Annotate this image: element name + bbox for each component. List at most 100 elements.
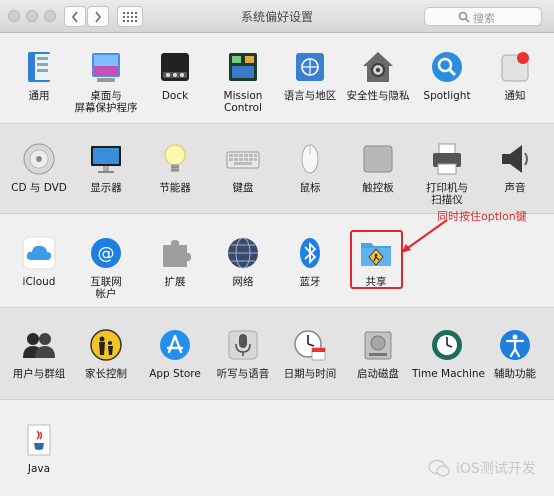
pref-label: 辅助功能 <box>494 368 536 380</box>
pref-pane-energy-saver[interactable]: 节能器 <box>140 142 210 194</box>
pref-pane-parental-controls[interactable]: 家长控制 <box>71 328 141 380</box>
pref-label: Time Machine <box>412 368 485 380</box>
pref-label: Spotlight <box>423 90 471 102</box>
disc-icon <box>22 142 56 176</box>
keyboard-icon <box>226 142 260 176</box>
search-field[interactable]: 搜索 <box>424 7 542 26</box>
bulb-icon <box>158 142 192 176</box>
pref-pane-cd-dvd[interactable]: CD 与 DVD <box>4 142 74 194</box>
pref-label: 通用 <box>28 90 50 102</box>
pref-label: 语言与地区 <box>283 90 337 102</box>
pref-pane-general[interactable]: 通用 <box>4 50 74 102</box>
pref-pane-dictation-speech[interactable]: 听写与语音 <box>208 328 278 380</box>
watermark-text: iOS测试开发 <box>456 461 536 477</box>
pref-label: 家长控制 <box>85 368 127 380</box>
pref-pane-date-time[interactable]: 日期与时间 <box>275 328 345 380</box>
row-divider <box>0 399 554 400</box>
pref-label: 扩展 <box>164 276 186 288</box>
accessibility-icon <box>498 328 532 362</box>
pref-pane-network[interactable]: 网络 <box>208 236 278 288</box>
pref-pane-displays[interactable]: 显示器 <box>71 142 141 194</box>
java-icon <box>22 423 56 457</box>
pref-pane-language-region[interactable]: 语言与地区 <box>275 50 345 102</box>
pref-pane-mission-control[interactable]: Mission Control <box>208 50 278 114</box>
pref-pane-printers-scanners[interactable]: 打印机与 扫描仪 <box>412 142 482 206</box>
pref-pane-startup-disk[interactable]: 启动磁盘 <box>343 328 413 380</box>
pref-label: Mission Control <box>223 90 263 114</box>
time-machine-icon <box>430 328 464 362</box>
pref-pane-keyboard[interactable]: 键盘 <box>208 142 278 194</box>
system-preferences-window: 系统偏好设置 搜索 通用 桌面与 屏幕保护程序 Dock Mission Con… <box>0 0 554 496</box>
pref-pane-spotlight[interactable]: Spotlight <box>412 50 482 102</box>
speaker-icon <box>498 142 532 176</box>
microphone-icon <box>226 328 260 362</box>
pref-pane-desktop-screensaver[interactable]: 桌面与 屏幕保护程序 <box>71 50 141 114</box>
un-flag-icon <box>293 50 327 84</box>
desktop-icon <box>89 50 123 84</box>
pref-label: 启动磁盘 <box>357 368 399 380</box>
app-store-icon <box>158 328 192 362</box>
row-divider <box>0 307 554 308</box>
title-bar: 系统偏好设置 搜索 <box>0 0 554 33</box>
pref-label: 互联网 帐户 <box>90 276 122 300</box>
clock-calendar-icon <box>293 328 327 362</box>
pref-pane-users-groups[interactable]: 用户与群组 <box>4 328 74 380</box>
pref-row-5 <box>0 399 554 496</box>
globe-icon <box>226 236 260 270</box>
pref-label: iCloud <box>22 276 56 288</box>
pref-pane-bluetooth[interactable]: 蓝牙 <box>275 236 345 288</box>
pref-label: Java <box>27 463 51 475</box>
pref-label: 用户与群组 <box>12 368 66 380</box>
mouse-icon <box>293 142 327 176</box>
pref-label: CD 与 DVD <box>11 182 67 194</box>
pref-pane-internet-accounts[interactable]: @ 互联网 帐户 <box>71 236 141 300</box>
pref-label: 节能器 <box>159 182 191 194</box>
at-icon: @ <box>89 236 123 270</box>
pref-pane-java[interactable]: Java <box>4 423 74 475</box>
pref-label: 桌面与 屏幕保护程序 <box>74 90 138 114</box>
search-icon <box>458 11 470 23</box>
cloud-icon <box>22 236 56 270</box>
pref-pane-notifications[interactable]: 通知 <box>480 50 550 102</box>
monitor-icon <box>89 142 123 176</box>
pref-pane-app-store[interactable]: App Store <box>140 328 210 380</box>
pref-label: 通知 <box>504 90 526 102</box>
disk-icon <box>361 328 395 362</box>
pref-pane-trackpad[interactable]: 触控板 <box>343 142 413 194</box>
pref-label: App Store <box>149 368 201 380</box>
pref-label: 触控板 <box>362 182 394 194</box>
dock-icon <box>158 50 192 84</box>
pref-label: 网络 <box>232 276 254 288</box>
trackpad-icon <box>361 142 395 176</box>
pref-pane-sound[interactable]: 声音 <box>480 142 550 194</box>
row-divider <box>0 123 554 124</box>
bluetooth-icon <box>293 236 327 270</box>
svg-text:@: @ <box>98 244 115 264</box>
wechat-icon <box>428 459 450 477</box>
pref-label: 蓝牙 <box>299 276 321 288</box>
pref-label: 鼠标 <box>299 182 321 194</box>
pref-pane-accessibility[interactable]: 辅助功能 <box>480 328 550 380</box>
pref-label: 日期与时间 <box>283 368 337 380</box>
general-icon <box>22 50 56 84</box>
puzzle-icon <box>158 236 192 270</box>
pref-pane-icloud[interactable]: iCloud <box>4 236 74 288</box>
annotation-note: 同时按住option键 <box>437 210 527 223</box>
pref-label: 打印机与 扫描仪 <box>426 182 468 206</box>
pref-label: 安全性与隐私 <box>346 90 410 102</box>
pref-pane-mouse[interactable]: 鼠标 <box>275 142 345 194</box>
parental-icon <box>89 328 123 362</box>
pref-pane-extensions[interactable]: 扩展 <box>140 236 210 288</box>
house-lock-icon <box>361 50 395 84</box>
search-placeholder: 搜索 <box>473 12 495 25</box>
mission-control-icon <box>226 50 260 84</box>
annotation-arrow-icon <box>401 219 448 253</box>
magnifier-icon <box>430 50 464 84</box>
notification-icon <box>498 50 532 84</box>
pref-pane-security-privacy[interactable]: 安全性与隐私 <box>343 50 413 102</box>
users-icon <box>22 328 56 362</box>
pref-label: 显示器 <box>90 182 122 194</box>
pref-label: 声音 <box>504 182 526 194</box>
pref-pane-dock[interactable]: Dock <box>140 50 210 102</box>
pref-pane-time-machine[interactable]: Time Machine <box>412 328 485 380</box>
